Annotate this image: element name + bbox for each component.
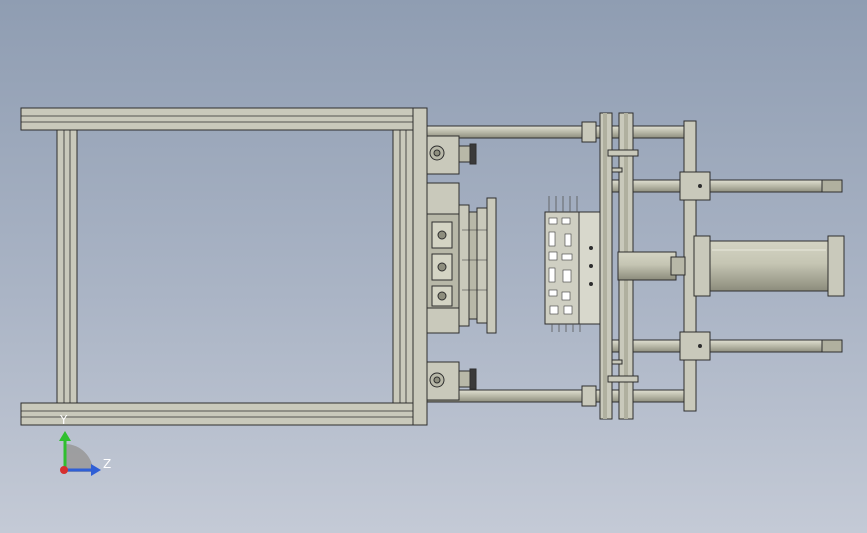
ejector-rod-block-top[interactable] <box>679 171 711 201</box>
frame-bottom-rail[interactable] <box>20 402 428 426</box>
rod-collar-bottom[interactable] <box>581 385 597 407</box>
mold-plate-2[interactable] <box>468 211 478 320</box>
mold-assembly[interactable] <box>426 182 497 334</box>
coordinate-triad-icon <box>59 431 101 476</box>
mold-plate-3[interactable] <box>476 207 488 324</box>
z-axis-label: Z <box>103 457 112 471</box>
bottom-guide-rod[interactable] <box>426 389 686 403</box>
top-guide-rod[interactable] <box>426 125 686 139</box>
assembly-drawing[interactable] <box>0 0 867 533</box>
y-axis-label: Y <box>60 413 68 427</box>
ejector-rod-block-bottom[interactable] <box>679 331 711 361</box>
pneumatic-cylinder[interactable] <box>693 235 845 297</box>
frame-right-post[interactable] <box>392 129 414 404</box>
cylinder-rear-cap[interactable] <box>827 235 845 297</box>
cylinder-front-flange[interactable] <box>693 235 711 297</box>
product-part[interactable] <box>544 196 602 332</box>
cad-viewport[interactable]: Y Z <box>0 0 867 533</box>
piston-rod[interactable] <box>617 251 677 281</box>
mold-face-plate[interactable] <box>486 197 497 334</box>
frame-left-post[interactable] <box>56 129 78 404</box>
frame-top-rail[interactable] <box>20 107 428 131</box>
lower-ejector-rod[interactable] <box>609 339 843 353</box>
rod-coupler[interactable] <box>670 256 686 276</box>
product-pins-top <box>548 196 578 212</box>
frame-end-plate[interactable] <box>412 107 428 426</box>
mold-plate-1[interactable] <box>458 204 470 327</box>
cylinder-barrel[interactable] <box>709 240 829 292</box>
rod-collar-top[interactable] <box>581 121 597 143</box>
upper-ejector-rod[interactable] <box>609 179 843 193</box>
product-pins-bottom <box>551 324 581 332</box>
left-frame[interactable] <box>20 107 428 426</box>
